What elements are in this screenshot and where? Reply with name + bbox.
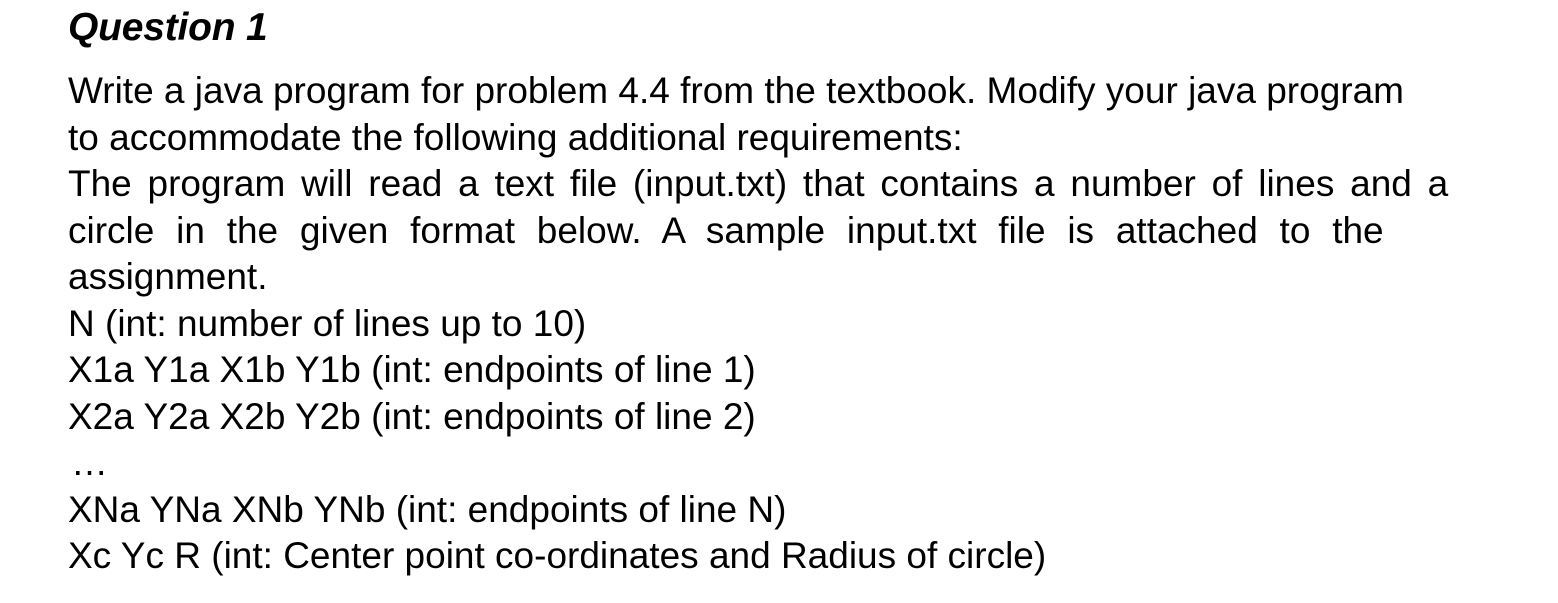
format-paragraph-line-3: assignment. [68, 256, 268, 297]
format-paragraph-line-1: The program will read a text file (input… [68, 163, 1449, 204]
spec-line-circle: Xc Yc R (int: Center point co-ordinates … [68, 535, 1047, 576]
page-title: Question 1 [68, 6, 268, 49]
spec-ellipsis: … [71, 442, 110, 483]
spec-line-n: XNa YNa XNb YNb (int: endpoints of line … [68, 488, 787, 530]
question-body: Write a java program for problem 4.4 fro… [68, 68, 1512, 580]
intro-paragraph-line-2: to accommodate the following additional … [68, 116, 963, 158]
format-paragraph-line-2: circle in the given format below. A samp… [68, 209, 1384, 251]
intro-paragraph-line-1: Write a java program for problem 4.4 fro… [68, 70, 1404, 111]
document-page: Question 1 Write a java program for prob… [0, 0, 1558, 603]
spec-line-count: N (int: number of lines up to 10) [68, 302, 587, 344]
spec-line-1: X1a Y1a X1b Y1b (int: endpoints of line … [68, 349, 756, 390]
spec-line-2: X2a Y2a X2b Y2b (int: endpoints of line … [68, 395, 756, 437]
